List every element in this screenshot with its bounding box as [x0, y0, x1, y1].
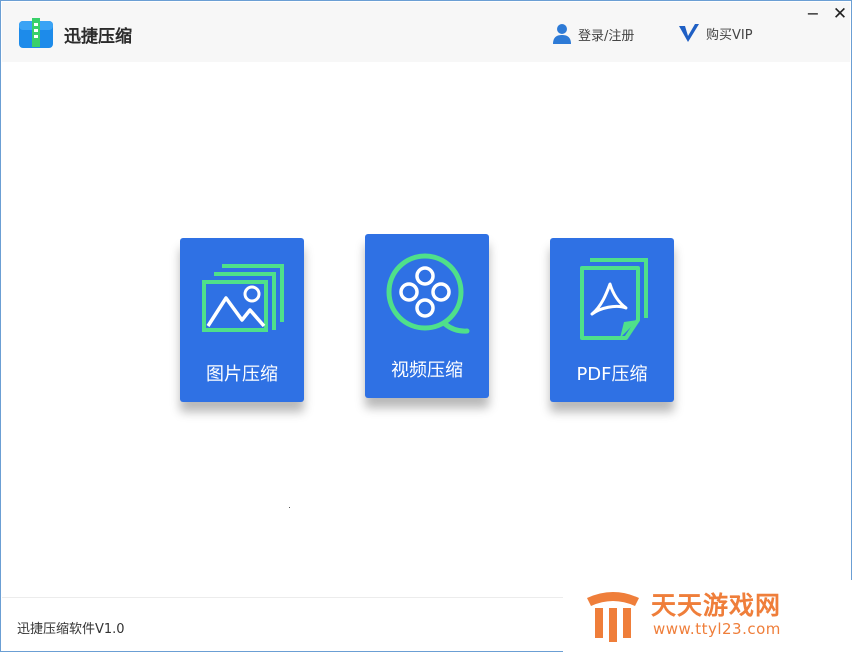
image-stack-icon — [202, 264, 284, 332]
user-icon — [553, 24, 571, 44]
version-text: 迅捷压缩软件V1.0 — [17, 622, 125, 637]
app-title: 迅捷压缩 — [64, 27, 132, 47]
watermark-url: www.ttyl23.com — [653, 620, 781, 638]
pdf-compress-card[interactable]: PDF压缩 — [550, 238, 674, 402]
image-compress-label: 图片压缩 — [206, 364, 278, 385]
buy-vip-button[interactable]: 购买VIP — [678, 23, 753, 43]
watermark-logo-icon — [587, 592, 639, 642]
close-button[interactable]: ✕ — [830, 4, 850, 24]
watermark: 天天游戏网 www.ttyl23.com — [563, 580, 854, 653]
login-register-button[interactable]: 登录/注册 — [552, 23, 634, 45]
stray-dot — [289, 507, 290, 508]
buy-vip-label: 购买VIP — [706, 27, 753, 43]
vip-v-icon — [679, 24, 699, 42]
film-reel-icon — [386, 253, 470, 334]
app-window: 迅捷压缩 登录/注册 购买VIP − ✕ 图片压缩 视频压缩 PDF压缩 迅捷压… — [0, 0, 854, 653]
video-compress-label: 视频压缩 — [391, 360, 463, 381]
title-bar: 迅捷压缩 登录/注册 购买VIP − ✕ — [2, 2, 850, 62]
video-compress-card[interactable]: 视频压缩 — [365, 234, 489, 398]
pdf-compress-label: PDF压缩 — [576, 364, 648, 385]
minimize-button[interactable]: − — [803, 4, 823, 24]
image-compress-card[interactable]: 图片压缩 — [180, 238, 304, 402]
watermark-title: 天天游戏网 — [651, 591, 782, 620]
pdf-document-icon — [580, 258, 648, 340]
app-logo-icon — [19, 18, 53, 48]
login-register-label: 登录/注册 — [578, 28, 635, 44]
